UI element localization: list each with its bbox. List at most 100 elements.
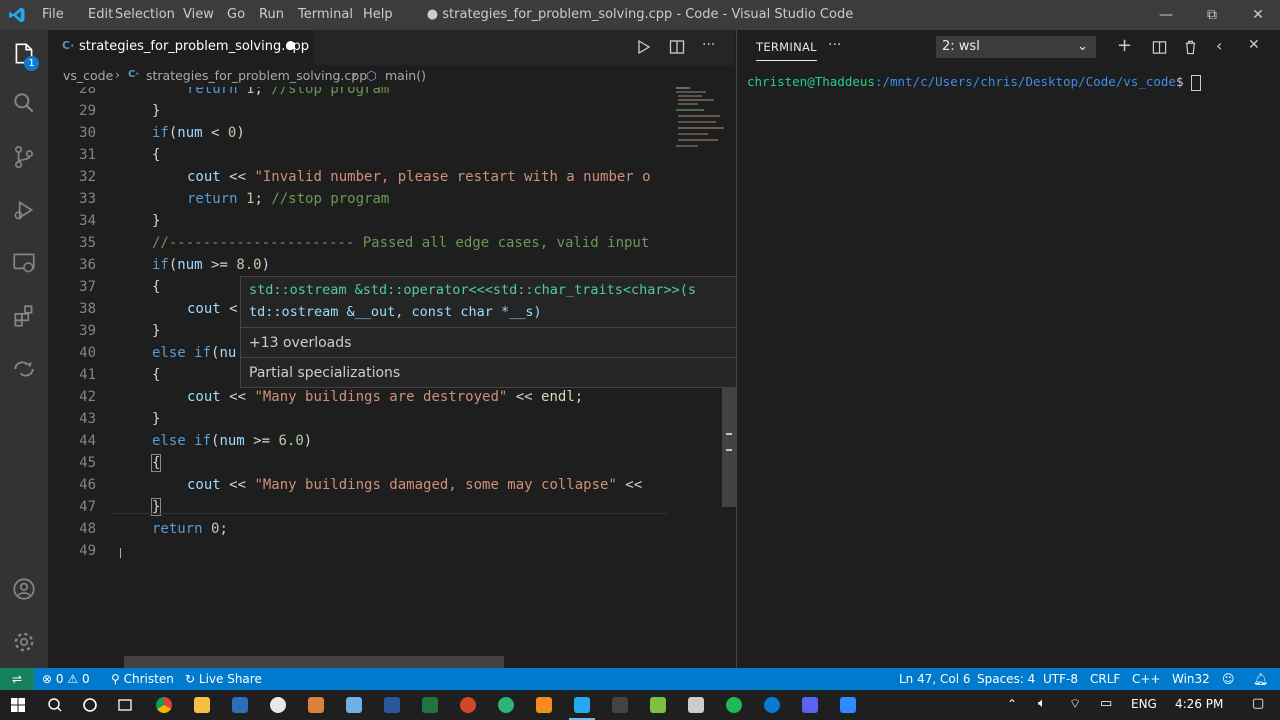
language-mode[interactable]: C++ (1132, 668, 1161, 690)
trash-icon[interactable] (1183, 39, 1198, 55)
gear-icon[interactable] (0, 618, 48, 666)
breadcrumb-folder[interactable]: vs_code (63, 68, 113, 83)
menu-help[interactable]: Help (356, 0, 400, 30)
restore-button[interactable]: ⧉ (1189, 0, 1235, 30)
line-number: 36 (79, 257, 96, 273)
code-line: else if(nu (152, 345, 237, 361)
unsaved-dot-icon[interactable] (286, 41, 295, 50)
calculator-icon[interactable] (227, 692, 253, 718)
live-share-icon[interactable] (0, 345, 48, 393)
extensions-icon[interactable] (0, 292, 48, 340)
chrome-icon[interactable] (151, 692, 177, 718)
terminal-app-icon[interactable] (607, 692, 633, 718)
edge-icon[interactable] (759, 692, 785, 718)
code-line: cout << "Invalid number, please restart … (187, 169, 651, 185)
word-icon[interactable] (379, 692, 405, 718)
tray-chevron-up-icon[interactable]: ⌃ (1007, 697, 1017, 711)
bell-icon[interactable]: 🔔︎ (1253, 668, 1268, 690)
explorer-icon[interactable]: 1 (0, 30, 48, 78)
line-number: 37 (79, 279, 96, 295)
signature-line-1: std::ostream &std::operator<<<std::char_… (249, 282, 697, 298)
app-icon[interactable] (493, 692, 519, 718)
menu-go[interactable]: Go (220, 0, 252, 30)
terminal-select[interactable]: 2: wsl ⌄ (936, 36, 1096, 58)
tab-strategies-file[interactable]: C· strategies_for_problem_solving.cpp (48, 30, 313, 65)
discord-icon[interactable] (797, 692, 823, 718)
vscode-taskbar-icon[interactable] (569, 692, 595, 720)
chevron-left-icon[interactable]: ‹ (1216, 36, 1222, 55)
cortana-icon[interactable] (77, 692, 103, 718)
app-icon[interactable] (303, 692, 329, 718)
language-indicator[interactable]: ENG (1131, 697, 1157, 711)
clock[interactable]: 4:26 PM (1175, 697, 1223, 711)
line-number: 32 (79, 169, 96, 185)
zoom-icon[interactable] (835, 692, 861, 718)
code-line: { (152, 367, 161, 383)
github-icon[interactable] (265, 692, 291, 718)
app-icon[interactable] (645, 692, 671, 718)
tab-terminal[interactable]: TERMINAL (756, 40, 817, 61)
scrollbar-thumb[interactable] (722, 387, 736, 507)
prompt-symbol: $ (1175, 74, 1184, 89)
menu-view[interactable]: View (176, 0, 221, 30)
battery-icon[interactable]: ▭ (1100, 696, 1112, 711)
wifi-icon[interactable]: ⌔ (1069, 696, 1081, 712)
menu-terminal[interactable]: Terminal (291, 0, 360, 30)
cursor-marker (726, 449, 732, 451)
warning-count: 0 (81, 672, 90, 686)
menu-run[interactable]: Run (252, 0, 291, 30)
new-terminal-icon[interactable]: + (1117, 35, 1132, 56)
line-number: 48 (79, 521, 96, 537)
sublime-icon[interactable] (531, 692, 557, 718)
task-view-icon[interactable] (112, 692, 138, 718)
excel-icon[interactable] (417, 692, 443, 718)
encoding[interactable]: UTF-8 (1043, 668, 1078, 690)
line-ending[interactable]: CRLF (1090, 668, 1120, 690)
line-number: 39 (79, 323, 96, 339)
specializations-label: Partial specializations (249, 365, 401, 381)
run-debug-icon[interactable] (0, 186, 48, 234)
powerpoint-icon[interactable] (455, 692, 481, 718)
window-title-text: ● strategies_for_problem_solving.cpp - C… (426, 7, 854, 22)
breadcrumb-symbol[interactable]: main() (385, 68, 426, 83)
visual-studio-icon[interactable] (683, 692, 709, 718)
minimize-button[interactable]: — (1143, 0, 1189, 30)
account-icon[interactable] (0, 565, 48, 613)
menu-selection[interactable]: Selection (108, 0, 182, 30)
code-line: cout << "Many buildings damaged, some ma… (187, 477, 643, 493)
app-icon[interactable] (721, 692, 747, 718)
horizontal-scrollbar[interactable] (124, 656, 504, 668)
split-editor-icon[interactable] (669, 39, 685, 59)
volume-icon[interactable]: 🔈︎ (1038, 696, 1046, 711)
search-icon[interactable] (0, 79, 48, 127)
menu-file[interactable]: File (35, 0, 71, 30)
code-line: if(num >= 8.0) (152, 257, 271, 273)
account-status[interactable]: ⚲ Christen (111, 668, 174, 690)
run-code-icon[interactable] (636, 39, 652, 59)
split-terminal-icon[interactable] (1152, 40, 1167, 55)
source-control-icon[interactable] (0, 133, 48, 181)
file-explorer-icon[interactable] (189, 692, 215, 718)
status-bar: ⇌ ⊗ 0 ⚠ 0 ⚲ Christen ↻ Live Share Ln 47,… (0, 668, 1280, 690)
search-icon[interactable] (42, 692, 68, 718)
close-icon[interactable]: ✕ (1248, 37, 1260, 53)
feedback-icon[interactable]: ☺ (1222, 668, 1235, 690)
windows-start-icon[interactable] (5, 692, 31, 718)
terminal-panel[interactable] (736, 30, 1280, 668)
more-actions-icon[interactable]: ··· (702, 37, 715, 53)
remote-indicator-icon[interactable]: ⇌ (0, 668, 34, 690)
indentation[interactable]: Spaces: 4 (977, 668, 1035, 690)
close-window-button[interactable]: ✕ (1235, 0, 1280, 30)
more-actions-icon[interactable]: ··· (828, 37, 841, 53)
remote-explorer-icon[interactable] (0, 239, 48, 287)
app-icon[interactable] (341, 692, 367, 718)
notification-icon[interactable]: ▢ (1252, 696, 1264, 711)
platform[interactable]: Win32 (1172, 668, 1210, 690)
live-share-status[interactable]: ↻ Live Share (185, 668, 262, 690)
problems-indicator[interactable]: ⊗ 0 ⚠ 0 (42, 668, 90, 690)
chevron-right-icon: › (352, 67, 357, 82)
cursor-position[interactable]: Ln 47, Col 6 (899, 668, 971, 690)
cpp-file-icon: C· (62, 39, 75, 52)
terminal-select-value: 2: wsl (942, 39, 980, 54)
breadcrumb-file[interactable]: strategies_for_problem_solving.cpp (146, 68, 367, 83)
